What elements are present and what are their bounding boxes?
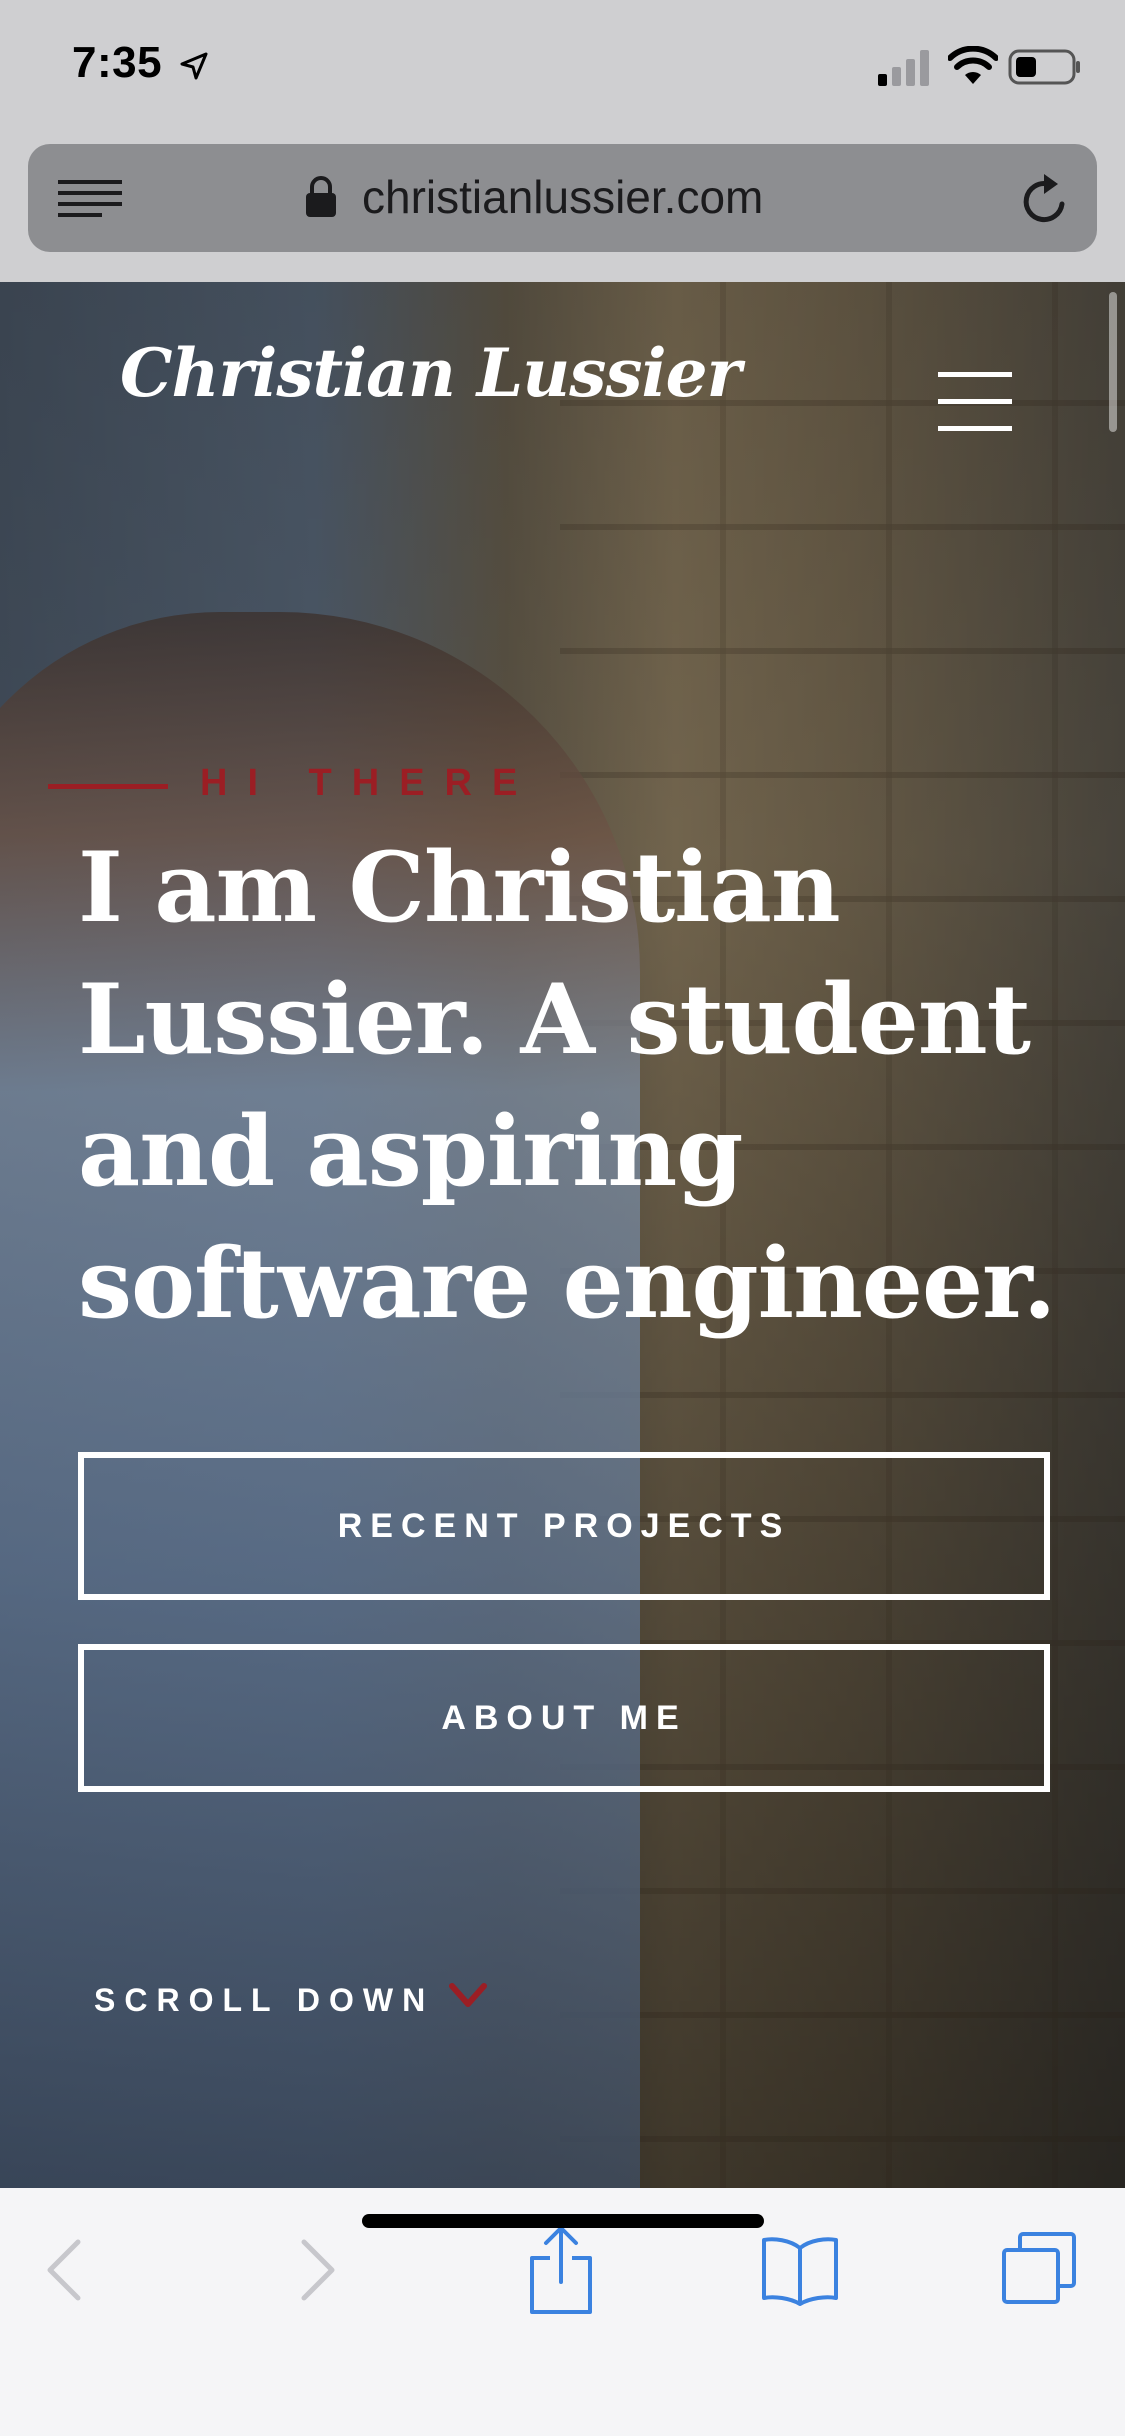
status-bar: 7:35 bbox=[0, 0, 1125, 140]
web-content: Christian Lussier HI THERE I am Christia… bbox=[0, 282, 1125, 2188]
headline-line: I am Christian bbox=[78, 831, 841, 944]
page-scrollbar[interactable] bbox=[1109, 292, 1117, 432]
address-bar[interactable]: christianlussier.com bbox=[28, 144, 1097, 252]
lock-icon bbox=[306, 176, 336, 217]
site-logo[interactable]: Christian Lussier bbox=[120, 334, 741, 412]
recent-projects-button[interactable]: RECENT PROJECTS bbox=[78, 1452, 1050, 1600]
hero-headline: I am Christian Lussier. A student and as… bbox=[78, 822, 1078, 1350]
about-me-button[interactable]: ABOUT ME bbox=[78, 1644, 1050, 1792]
reload-icon[interactable] bbox=[1018, 170, 1072, 228]
headline-line: software engineer. bbox=[78, 1227, 1056, 1340]
phone-screen: 7:35 christianlussier.com Christian Luss… bbox=[0, 0, 1125, 2436]
battery-icon bbox=[1008, 49, 1080, 85]
bookmarks-icon[interactable] bbox=[760, 2234, 840, 2306]
wifi-icon bbox=[948, 46, 998, 84]
headline-line: Lussier. A student bbox=[78, 963, 1031, 1076]
scroll-down-link[interactable]: SCROLL DOWN bbox=[94, 1982, 434, 2019]
eyebrow-line bbox=[48, 784, 168, 789]
home-indicator[interactable] bbox=[362, 2214, 764, 2228]
headline-line: and aspiring bbox=[78, 1095, 743, 1208]
hamburger-menu-icon[interactable] bbox=[938, 372, 1012, 432]
eyebrow-text: HI THERE bbox=[200, 762, 538, 804]
forward-icon[interactable] bbox=[298, 2238, 338, 2302]
url-text[interactable]: christianlussier.com bbox=[362, 170, 763, 224]
chevron-down-icon[interactable] bbox=[448, 1982, 488, 2010]
share-icon[interactable] bbox=[528, 2224, 594, 2316]
location-arrow-icon bbox=[180, 52, 208, 80]
tabs-icon[interactable] bbox=[1000, 2230, 1078, 2306]
cellular-signal-icon bbox=[878, 50, 929, 86]
back-icon[interactable] bbox=[44, 2238, 84, 2302]
status-time: 7:35 bbox=[72, 38, 163, 87]
reader-view-icon[interactable] bbox=[58, 178, 122, 220]
